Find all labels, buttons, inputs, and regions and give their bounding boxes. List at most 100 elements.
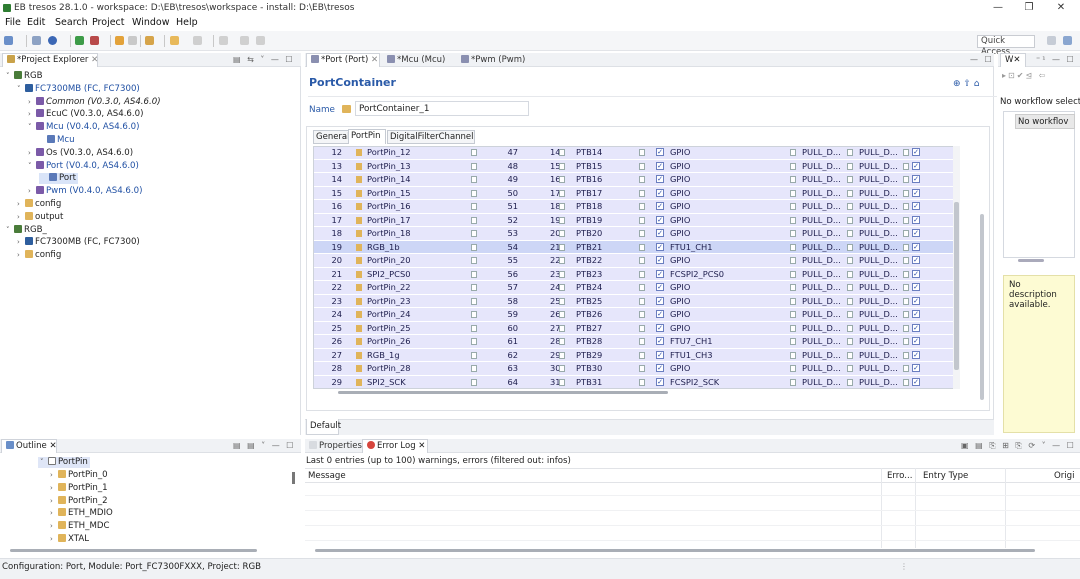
tab-workflow[interactable]: W✕ <box>1000 53 1026 67</box>
calc-icon[interactable] <box>903 270 909 278</box>
checkbox-icon[interactable]: ✓ <box>912 256 920 264</box>
calc-icon[interactable] <box>639 216 645 224</box>
subtab-portpin[interactable]: PortPin <box>348 129 386 144</box>
calc-icon[interactable] <box>559 378 565 386</box>
calc-icon[interactable] <box>639 324 645 332</box>
calc-icon[interactable] <box>471 176 477 183</box>
link-icon[interactable] <box>219 36 228 45</box>
checkbox-icon[interactable]: ✓ <box>912 269 920 278</box>
calc-icon[interactable] <box>559 338 565 345</box>
calc-icon[interactable] <box>559 243 565 251</box>
checkbox-icon[interactable]: ✓ <box>656 202 664 210</box>
calc-icon[interactable] <box>847 351 853 359</box>
calc-icon[interactable] <box>790 203 796 210</box>
globe-icon[interactable] <box>48 36 57 45</box>
menu-edit[interactable]: Edit <box>27 17 45 28</box>
calc-icon[interactable] <box>790 365 796 372</box>
calc-icon[interactable] <box>790 324 796 332</box>
chevron-right-icon[interactable]: › <box>50 470 58 481</box>
checkbox-icon[interactable]: ✓ <box>912 229 920 237</box>
tree-item[interactable]: ˅ FC7300MB (FC, FC7300) <box>17 83 140 95</box>
checkbox-icon[interactable]: ✓ <box>912 296 920 305</box>
calc-icon[interactable] <box>559 297 565 305</box>
menu-help[interactable]: Help <box>176 17 198 28</box>
calc-icon[interactable] <box>790 270 796 278</box>
checkbox-icon[interactable]: ✓ <box>656 269 664 278</box>
checkbox-icon[interactable]: ✓ <box>912 215 920 224</box>
tree-item[interactable]: › Pwm (V0.4.0, AS4.6.0) <box>28 186 142 197</box>
checkbox-icon[interactable]: ✓ <box>912 161 920 170</box>
calc-icon[interactable] <box>790 378 796 386</box>
calc-icon[interactable] <box>790 338 796 345</box>
tab-project-explorer[interactable]: *Project Explorer ✕ <box>2 53 98 67</box>
tree-item[interactable]: › Os (V0.3.0, AS4.6.0) <box>28 147 133 159</box>
outline-root[interactable]: ˅ PortPin <box>38 457 90 468</box>
workflow-select-button[interactable]: No workflov <box>1015 114 1075 129</box>
maximize-button[interactable]: ❐ <box>1016 1 1042 15</box>
column-origin[interactable]: Origi <box>1054 471 1075 481</box>
calc-icon[interactable] <box>471 284 477 291</box>
calc-icon[interactable] <box>471 270 477 278</box>
tree-item[interactable]: › EcuC (V0.3.0, AS4.6.0) <box>28 109 143 120</box>
calc-icon[interactable] <box>471 338 477 345</box>
calc-icon[interactable] <box>847 365 853 372</box>
chevron-down-icon[interactable]: ˅ <box>17 84 25 95</box>
calc-icon[interactable] <box>790 284 796 291</box>
calc-icon[interactable] <box>559 189 565 197</box>
outline-vscroll-thumb[interactable] <box>292 472 295 484</box>
menu-file[interactable]: File <box>5 17 21 28</box>
calc-icon[interactable] <box>559 284 565 291</box>
chevron-right-icon[interactable]: › <box>17 199 25 210</box>
checkbox-icon[interactable]: ✓ <box>656 256 664 264</box>
chevron-right-icon[interactable]: › <box>28 186 36 197</box>
checkbox-icon[interactable]: ✓ <box>912 310 920 318</box>
calc-icon[interactable] <box>847 378 853 386</box>
table-row[interactable]: 22 PortPin_22 57 24 PTB24 GPIO PULL_D... PULL_D… <box>314 281 959 295</box>
name-field[interactable]: PortContainer_1 <box>355 101 529 116</box>
table-row[interactable]: 20 PortPin_20 55 22 PTB22 GPIO PULL_D... PULL_D… <box>314 254 959 268</box>
table-row[interactable]: 13 PortPin_13 48 15 PTB15 GPIO PULL_D... PULL_D… <box>314 159 959 173</box>
perspective-icon[interactable] <box>1047 36 1056 45</box>
workflow-scroll-thumb[interactable] <box>1018 259 1044 262</box>
checkbox-icon[interactable]: ✓ <box>912 242 920 251</box>
table-row[interactable]: 17 PortPin_17 52 19 PTB19 GPIO PULL_D... PULL_D… <box>314 213 959 227</box>
menu-project[interactable]: Project <box>92 17 125 28</box>
chevron-down-icon[interactable]: ˅ <box>6 225 14 236</box>
outline-item[interactable]: › XTAL <box>50 534 89 545</box>
tab-close-icon[interactable]: ✕ <box>371 55 378 65</box>
tree-item[interactable]: › config <box>17 250 61 261</box>
calc-icon[interactable] <box>847 216 853 224</box>
outline-item[interactable]: › PortPin_2 <box>50 495 108 507</box>
calc-icon[interactable] <box>847 257 853 264</box>
calc-icon[interactable] <box>639 149 645 156</box>
tab-pwm-editor[interactable]: *Pwm (Pwm) <box>457 54 529 67</box>
calc-icon[interactable] <box>790 243 796 251</box>
calc-icon[interactable] <box>639 243 645 251</box>
new-icon[interactable] <box>4 36 13 45</box>
checkbox-icon[interactable]: ✓ <box>656 175 664 183</box>
chevron-right-icon[interactable]: › <box>50 521 58 532</box>
editor-header-icons[interactable]: ⊕ ⇧ ⌂ <box>953 79 980 89</box>
table-row[interactable]: 27 RGB_1g 62 29 PTB29 FTU1_CH3 PULL_D... PULL_D… <box>314 348 959 362</box>
calc-icon[interactable] <box>639 311 645 318</box>
calc-icon[interactable] <box>471 230 477 237</box>
table-vscroll-thumb[interactable] <box>954 202 959 370</box>
chevron-right-icon[interactable]: › <box>28 109 36 120</box>
calc-icon[interactable] <box>559 311 565 318</box>
checkbox-icon[interactable]: ✓ <box>656 188 664 197</box>
calc-icon[interactable] <box>639 189 645 197</box>
calc-icon[interactable] <box>790 257 796 264</box>
tree-item[interactable]: › Common (V0.3.0, AS4.6.0) <box>28 96 161 108</box>
chevron-right-icon[interactable]: › <box>17 237 25 248</box>
checkbox-icon[interactable]: ✓ <box>912 188 920 197</box>
build-icon[interactable] <box>90 36 99 45</box>
pin-icon[interactable] <box>240 36 249 45</box>
calc-icon[interactable] <box>639 257 645 264</box>
tree-item[interactable]: › config <box>17 199 61 210</box>
calc-icon[interactable] <box>903 284 909 291</box>
calc-icon[interactable] <box>847 311 853 318</box>
calc-icon[interactable] <box>471 311 477 318</box>
calc-icon[interactable] <box>471 243 477 251</box>
tab-error-log[interactable]: Error Log ✕ <box>362 439 428 453</box>
status-bar-handle[interactable]: ⋮ <box>900 562 908 571</box>
